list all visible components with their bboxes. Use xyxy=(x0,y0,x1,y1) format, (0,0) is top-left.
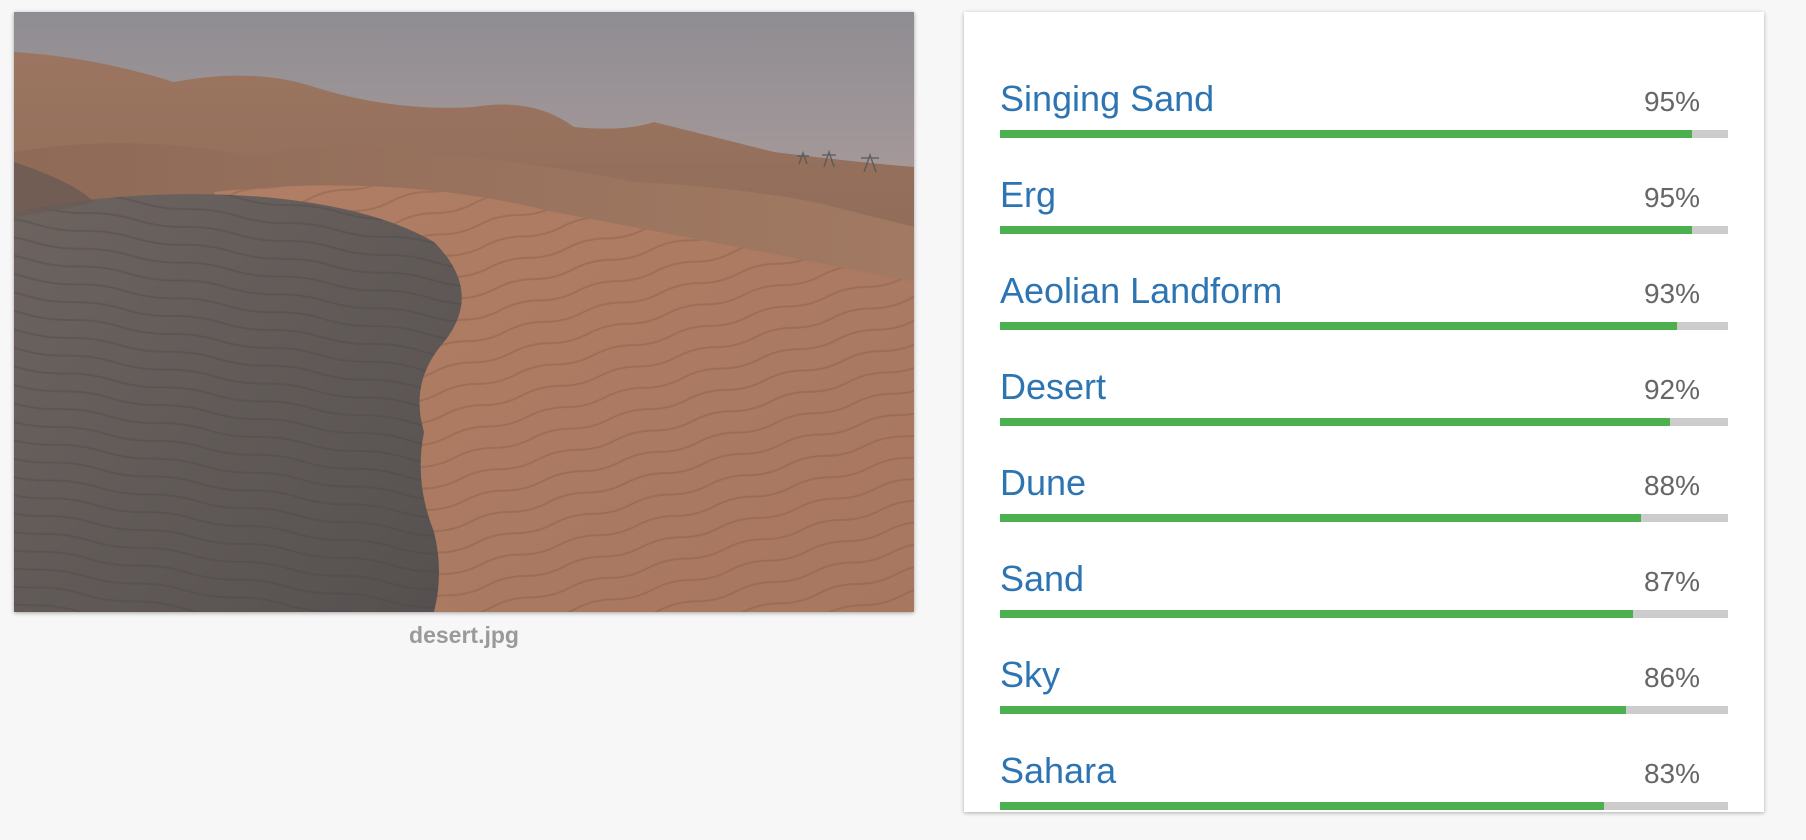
confidence-bar-fill xyxy=(1000,802,1605,810)
confidence-bar-track xyxy=(1000,418,1728,426)
label-score: 88% xyxy=(1643,470,1700,501)
label-row[interactable]: Dune 88% xyxy=(1000,448,1728,544)
confidence-bar-track xyxy=(1000,706,1728,714)
confidence-bar-track xyxy=(1000,514,1728,522)
label-score: 86% xyxy=(1643,662,1700,693)
label-row[interactable]: Desert 92% xyxy=(1000,352,1728,448)
label-row[interactable]: Aeolian Landform 93% xyxy=(1000,256,1728,352)
label-score: 95% xyxy=(1643,182,1700,213)
confidence-bar-fill xyxy=(1000,418,1670,426)
confidence-bar-track xyxy=(1000,610,1728,618)
label-list: Singing Sand 95% Erg 95% Aeolian Landfor… xyxy=(1000,64,1728,812)
label-row[interactable]: Singing Sand 95% xyxy=(1000,64,1728,160)
label-name: Sand xyxy=(1000,558,1085,599)
label-row[interactable]: Sahara 83% xyxy=(1000,736,1728,812)
label-name: Erg xyxy=(1000,174,1057,215)
page: desert.jpg Singing Sand 95% Erg 95% Aeol… xyxy=(0,0,1806,840)
confidence-bar-track xyxy=(1000,322,1728,330)
image-panel: desert.jpg xyxy=(14,12,914,649)
label-name: Sky xyxy=(1000,654,1061,695)
confidence-bar-fill xyxy=(1000,130,1692,138)
confidence-bar-fill xyxy=(1000,514,1641,522)
confidence-bar-track xyxy=(1000,130,1728,138)
label-score: 93% xyxy=(1643,278,1700,309)
label-row[interactable]: Erg 95% xyxy=(1000,160,1728,256)
label-row[interactable]: Sand 87% xyxy=(1000,544,1728,640)
label-name: Aeolian Landform xyxy=(1000,270,1283,311)
label-row[interactable]: Sky 86% xyxy=(1000,640,1728,736)
desert-photo xyxy=(14,12,914,612)
label-name: Sahara xyxy=(1000,750,1117,791)
confidence-bar-track xyxy=(1000,226,1728,234)
label-score: 92% xyxy=(1643,374,1700,405)
label-score: 95% xyxy=(1643,86,1700,117)
label-score: 87% xyxy=(1643,566,1700,597)
confidence-bar-fill xyxy=(1000,226,1692,234)
confidence-bar-track xyxy=(1000,802,1728,810)
label-name: Desert xyxy=(1000,366,1107,407)
confidence-bar-fill xyxy=(1000,610,1634,618)
label-name: Singing Sand xyxy=(1000,78,1215,119)
confidence-bar-fill xyxy=(1000,322,1678,330)
confidence-bar-fill xyxy=(1000,706,1627,714)
labels-card: Singing Sand 95% Erg 95% Aeolian Landfor… xyxy=(964,12,1764,812)
label-score: 83% xyxy=(1643,758,1700,789)
image-filename-caption: desert.jpg xyxy=(409,622,519,648)
label-name: Dune xyxy=(1000,462,1087,503)
